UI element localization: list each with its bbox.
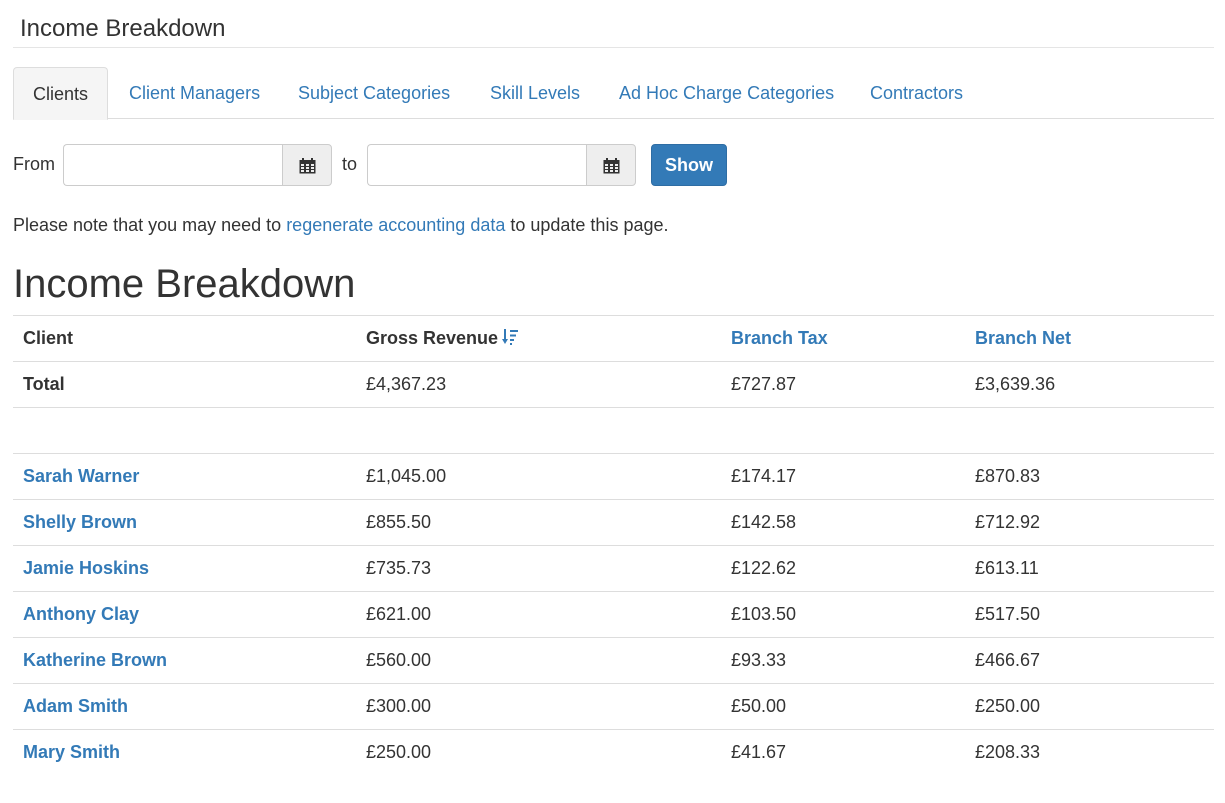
gross-revenue-label: Gross Revenue bbox=[366, 328, 499, 348]
to-label: to bbox=[342, 154, 358, 174]
page-header: Income Breakdown bbox=[13, 0, 1214, 48]
branch-tax-cell: £103.50 bbox=[721, 591, 965, 638]
from-calendar-button[interactable] bbox=[282, 144, 332, 186]
regenerate-accounting-data-link[interactable]: regenerate accounting data bbox=[286, 215, 505, 235]
gross-revenue-cell: £1,045.00 bbox=[356, 453, 721, 500]
gross-revenue-cell: £735.73 bbox=[356, 545, 721, 592]
branch-tax-cell: £93.33 bbox=[721, 637, 965, 684]
from-date-input[interactable] bbox=[63, 144, 283, 186]
client-link[interactable]: Anthony Clay bbox=[23, 604, 139, 624]
table-row: Shelly Brown £855.50 £142.58 £712.92 bbox=[13, 499, 1214, 546]
branch-tax-cell: £41.67 bbox=[721, 729, 965, 776]
gross-revenue-cell: £300.00 bbox=[356, 683, 721, 730]
column-header-client: Client bbox=[13, 315, 356, 362]
calendar-icon bbox=[603, 158, 620, 174]
page: Income Breakdown Clients Client Managers… bbox=[0, 0, 1225, 803]
table-row: Sarah Warner £1,045.00 £174.17 £870.83 bbox=[13, 453, 1214, 500]
total-gross-revenue: £4,367.23 bbox=[356, 361, 721, 408]
tab-skill-levels[interactable]: Skill Levels bbox=[490, 67, 580, 119]
client-link[interactable]: Adam Smith bbox=[23, 696, 128, 716]
branch-net-cell: £517.50 bbox=[965, 591, 1214, 638]
column-header-branch-net[interactable]: Branch Net bbox=[965, 315, 1214, 362]
tab-contractors[interactable]: Contractors bbox=[870, 67, 963, 119]
tab-client-managers[interactable]: Client Managers bbox=[129, 67, 260, 119]
table-row: Jamie Hoskins £735.73 £122.62 £613.11 bbox=[13, 545, 1214, 592]
note-text-before: Please note that you may need to bbox=[13, 215, 287, 235]
client-link[interactable]: Katherine Brown bbox=[23, 650, 167, 670]
client-link[interactable]: Jamie Hoskins bbox=[23, 558, 149, 578]
total-branch-net: £3,639.36 bbox=[965, 361, 1214, 408]
client-link[interactable]: Sarah Warner bbox=[23, 466, 139, 486]
branch-net-cell: £250.00 bbox=[965, 683, 1214, 730]
table-header-row: Client Gross Revenue Branch Tax Branch N… bbox=[13, 315, 1214, 362]
tab-bar: Clients Client Managers Subject Categori… bbox=[13, 67, 1214, 120]
column-header-branch-tax[interactable]: Branch Tax bbox=[721, 315, 965, 362]
page-title: Income Breakdown bbox=[20, 15, 226, 42]
table-row: Katherine Brown £560.00 £93.33 £466.67 bbox=[13, 637, 1214, 684]
show-button[interactable]: Show bbox=[651, 144, 727, 186]
branch-net-cell: £613.11 bbox=[965, 545, 1214, 592]
branch-tax-cell: £142.58 bbox=[721, 499, 965, 546]
total-branch-tax: £727.87 bbox=[721, 361, 965, 408]
to-calendar-button[interactable] bbox=[586, 144, 636, 186]
total-row: Total £4,367.23 £727.87 £3,639.36 bbox=[13, 361, 1214, 408]
gross-revenue-cell: £621.00 bbox=[356, 591, 721, 638]
branch-net-cell: £466.67 bbox=[965, 637, 1214, 684]
table-row: Anthony Clay £621.00 £103.50 £517.50 bbox=[13, 591, 1214, 638]
tab-ad-hoc-charge-categories[interactable]: Ad Hoc Charge Categories bbox=[619, 67, 834, 119]
gross-revenue-cell: £560.00 bbox=[356, 637, 721, 684]
tab-subject-categories[interactable]: Subject Categories bbox=[298, 67, 450, 119]
branch-tax-cell: £174.17 bbox=[721, 453, 965, 500]
to-date-input[interactable] bbox=[367, 144, 587, 186]
gross-revenue-cell: £250.00 bbox=[356, 729, 721, 776]
total-label: Total bbox=[13, 361, 356, 408]
table-row: Adam Smith £300.00 £50.00 £250.00 bbox=[13, 683, 1214, 730]
income-breakdown-table: Client Gross Revenue Branch Tax Branch N… bbox=[13, 315, 1214, 776]
gross-revenue-cell: £855.50 bbox=[356, 499, 721, 546]
branch-tax-cell: £50.00 bbox=[721, 683, 965, 730]
branch-net-cell: £870.83 bbox=[965, 453, 1214, 500]
client-link[interactable]: Shelly Brown bbox=[23, 512, 137, 532]
sort-descending-icon bbox=[502, 329, 519, 345]
from-label: From bbox=[13, 154, 55, 174]
column-header-gross-revenue[interactable]: Gross Revenue bbox=[356, 315, 721, 362]
client-link[interactable]: Mary Smith bbox=[23, 742, 120, 762]
spacer-row bbox=[13, 407, 1214, 454]
branch-tax-cell: £122.62 bbox=[721, 545, 965, 592]
branch-net-cell: £712.92 bbox=[965, 499, 1214, 546]
tab-clients[interactable]: Clients bbox=[13, 67, 109, 120]
calendar-icon bbox=[299, 158, 316, 174]
note-text-after: to update this page. bbox=[505, 215, 669, 235]
accounting-note: Please note that you may need to regener… bbox=[13, 213, 668, 237]
branch-net-cell: £208.33 bbox=[965, 729, 1214, 776]
table-row: Mary Smith £250.00 £41.67 £208.33 bbox=[13, 729, 1214, 776]
section-heading: Income Breakdown bbox=[13, 262, 356, 306]
